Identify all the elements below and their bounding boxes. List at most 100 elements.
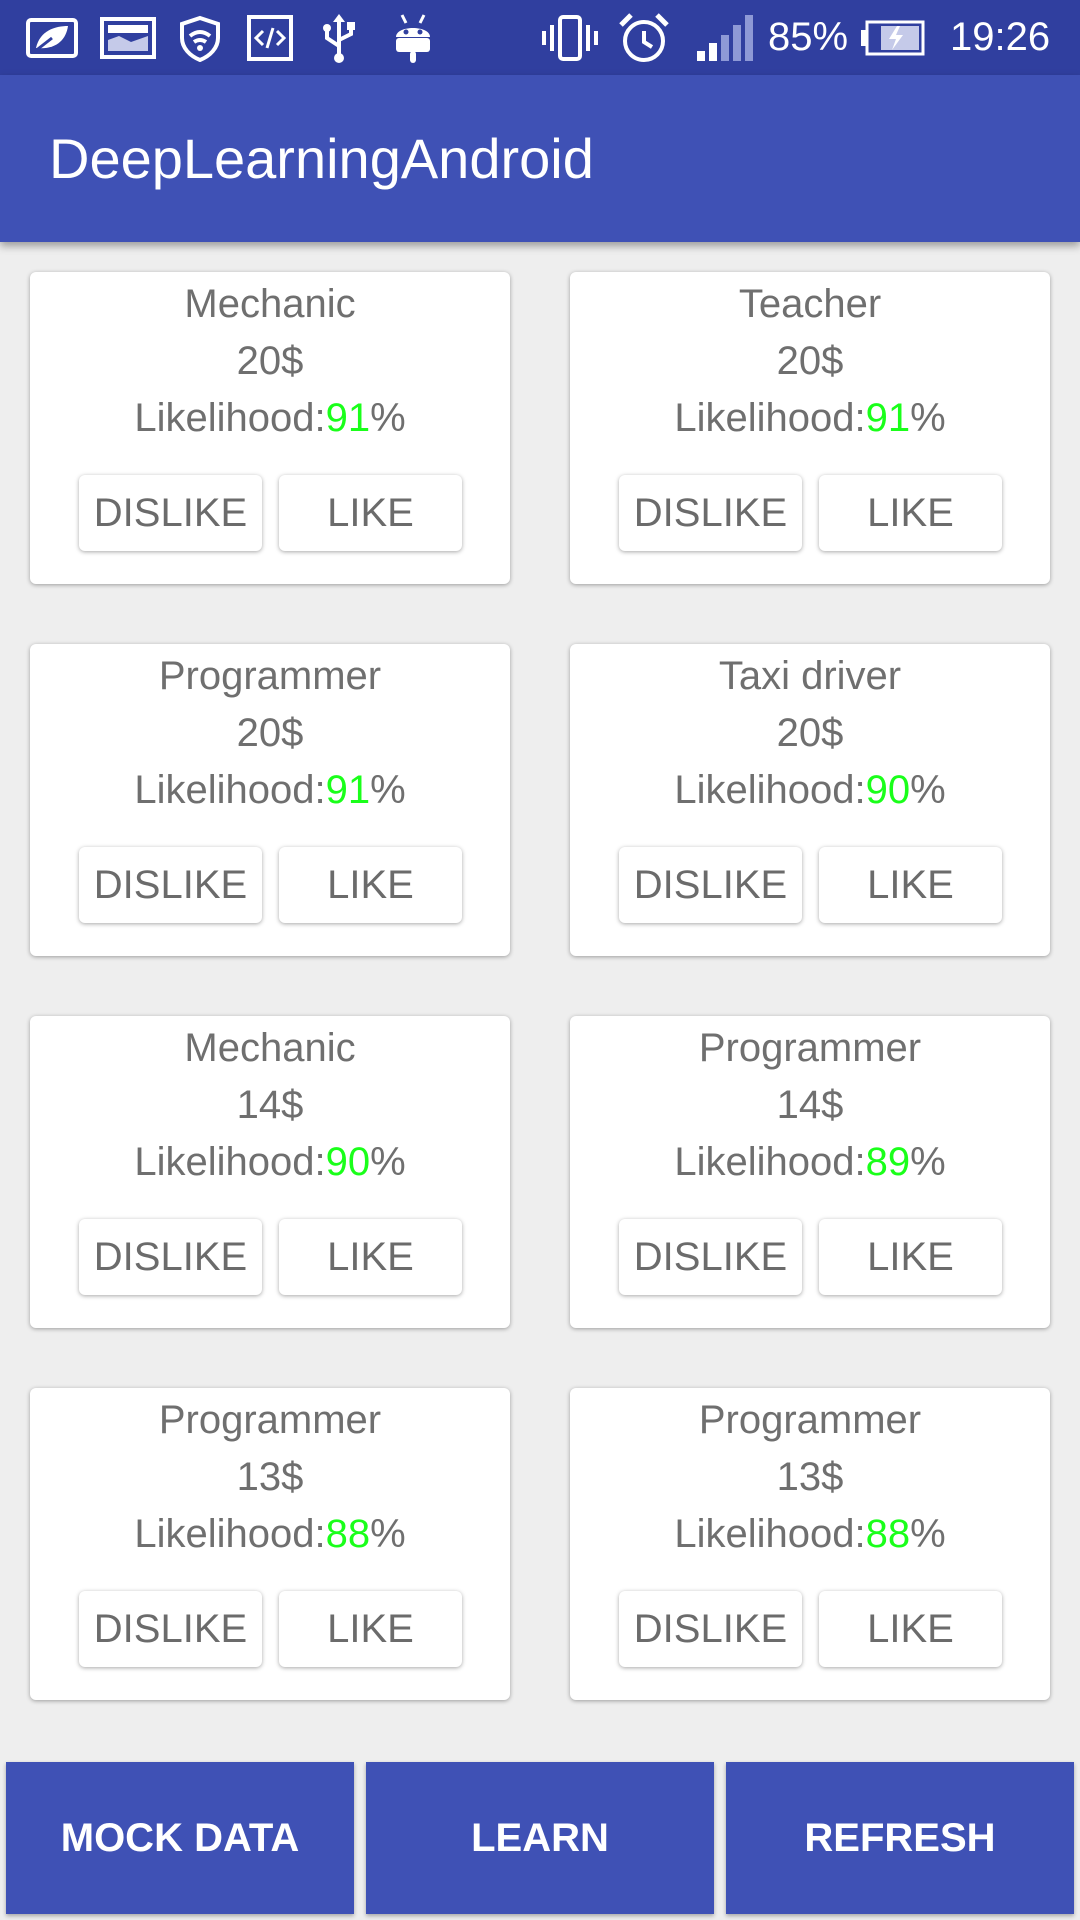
likelihood-value: 88 <box>325 1512 371 1556</box>
battery-percent: 85% <box>768 15 849 59</box>
job-price: 14$ <box>30 1079 510 1131</box>
usb-icon <box>316 10 362 66</box>
job-card: Mechanic 20$ Likelihood:91% DISLIKE LIKE <box>30 272 510 584</box>
job-price-value: 20$ <box>236 339 304 383</box>
likelihood-value: 91 <box>325 768 371 812</box>
job-price-value: 20$ <box>776 711 844 755</box>
code-icon <box>244 10 296 66</box>
status-time: 19:26 <box>950 15 1051 59</box>
likelihood-label: Likelihood: <box>674 768 866 812</box>
job-title: Taxi driver <box>718 654 902 698</box>
mock-data-button[interactable]: MOCK DATA <box>6 1762 354 1914</box>
job-title: Teacher <box>738 282 882 326</box>
job-price: 20$ <box>570 335 1050 387</box>
like-button[interactable]: LIKE <box>279 1591 462 1667</box>
likelihood-value: 90 <box>865 768 911 812</box>
job-price: 13$ <box>570 1451 1050 1503</box>
percent-sign: % <box>910 1140 946 1184</box>
job-likelihood: Likelihood:88% <box>30 1508 510 1560</box>
percent-sign: % <box>370 396 406 440</box>
percent-sign: % <box>370 1140 406 1184</box>
job-price: 20$ <box>30 335 510 387</box>
likelihood-label: Likelihood: <box>674 1140 866 1184</box>
job-likelihood: Likelihood:90% <box>30 1136 510 1188</box>
app-title: DeepLearningAndroid <box>49 127 594 190</box>
job-card: Mechanic 14$ Likelihood:90% DISLIKE LIKE <box>30 1016 510 1328</box>
job-price-value: 13$ <box>236 1455 304 1499</box>
likelihood-value: 89 <box>865 1140 911 1184</box>
battery-charging-icon <box>858 10 926 66</box>
job-title: Programmer <box>158 654 382 698</box>
job-card: Teacher 20$ Likelihood:91% DISLIKE LIKE <box>570 272 1050 584</box>
job-card-grid: Mechanic 20$ Likelihood:91% DISLIKE LIKE… <box>0 242 1080 1732</box>
job-likelihood: Likelihood:89% <box>570 1136 1050 1188</box>
dislike-button[interactable]: DISLIKE <box>619 1591 802 1667</box>
job-price: 14$ <box>570 1079 1050 1131</box>
job-title: Programmer <box>158 1398 382 1442</box>
job-price-value: 13$ <box>776 1455 844 1499</box>
job-price-value: 14$ <box>236 1083 304 1127</box>
dislike-button[interactable]: DISLIKE <box>619 847 802 923</box>
dislike-button[interactable]: DISLIKE <box>79 1591 262 1667</box>
percent-sign: % <box>910 768 946 812</box>
dislike-button[interactable]: DISLIKE <box>619 475 802 551</box>
likelihood-value: 91 <box>865 396 911 440</box>
job-card: Programmer 20$ Likelihood:91% DISLIKE LI… <box>30 644 510 956</box>
bottom-action-bar: MOCK DATA LEARN REFRESH <box>0 1762 1080 1920</box>
job-card: Programmer 13$ Likelihood:88% DISLIKE LI… <box>30 1388 510 1700</box>
likelihood-label: Likelihood: <box>134 1140 326 1184</box>
like-button[interactable]: LIKE <box>819 1219 1002 1295</box>
refresh-button[interactable]: REFRESH <box>726 1762 1074 1914</box>
dislike-button[interactable]: DISLIKE <box>79 847 262 923</box>
job-price-value: 20$ <box>236 711 304 755</box>
likelihood-value: 90 <box>325 1140 371 1184</box>
job-likelihood: Likelihood:91% <box>30 764 510 816</box>
likelihood-label: Likelihood: <box>134 396 326 440</box>
dislike-button[interactable]: DISLIKE <box>619 1219 802 1295</box>
job-title: Mechanic <box>184 1026 356 1070</box>
like-button[interactable]: LIKE <box>819 475 1002 551</box>
app-bar: DeepLearningAndroid <box>0 75 1080 242</box>
alarm-icon <box>616 10 672 66</box>
vpn-shield-icon <box>174 10 226 66</box>
job-price: 13$ <box>30 1451 510 1503</box>
job-likelihood: Likelihood:91% <box>30 392 510 444</box>
job-price: 20$ <box>30 707 510 759</box>
likelihood-value: 88 <box>865 1512 911 1556</box>
image-icon <box>98 10 158 66</box>
vibrate-icon <box>540 10 600 66</box>
job-title: Programmer <box>698 1398 922 1442</box>
like-button[interactable]: LIKE <box>279 847 462 923</box>
status-bar: 85% 19:26 <box>0 0 1080 75</box>
like-button[interactable]: LIKE <box>819 1591 1002 1667</box>
job-card: Programmer 13$ Likelihood:88% DISLIKE LI… <box>570 1388 1050 1700</box>
job-likelihood: Likelihood:88% <box>570 1508 1050 1560</box>
job-price-value: 14$ <box>776 1083 844 1127</box>
job-card: Taxi driver 20$ Likelihood:90% DISLIKE L… <box>570 644 1050 956</box>
like-button[interactable]: LIKE <box>279 1219 462 1295</box>
likelihood-label: Likelihood: <box>134 768 326 812</box>
likelihood-label: Likelihood: <box>674 396 866 440</box>
job-likelihood: Likelihood:90% <box>570 764 1050 816</box>
percent-sign: % <box>910 396 946 440</box>
percent-sign: % <box>370 1512 406 1556</box>
percent-sign: % <box>910 1512 946 1556</box>
job-price: 20$ <box>570 707 1050 759</box>
dislike-button[interactable]: DISLIKE <box>79 475 262 551</box>
leaf-icon <box>22 10 82 66</box>
likelihood-label: Likelihood: <box>134 1512 326 1556</box>
like-button[interactable]: LIKE <box>819 847 1002 923</box>
like-button[interactable]: LIKE <box>279 475 462 551</box>
likelihood-value: 91 <box>325 396 371 440</box>
job-price-value: 20$ <box>776 339 844 383</box>
signal-icon <box>694 10 754 66</box>
android-icon <box>388 10 438 66</box>
job-likelihood: Likelihood:91% <box>570 392 1050 444</box>
job-card: Programmer 14$ Likelihood:89% DISLIKE LI… <box>570 1016 1050 1328</box>
percent-sign: % <box>370 768 406 812</box>
job-title: Mechanic <box>184 282 356 326</box>
dislike-button[interactable]: DISLIKE <box>79 1219 262 1295</box>
learn-button[interactable]: LEARN <box>366 1762 714 1914</box>
job-title: Programmer <box>698 1026 922 1070</box>
likelihood-label: Likelihood: <box>674 1512 866 1556</box>
